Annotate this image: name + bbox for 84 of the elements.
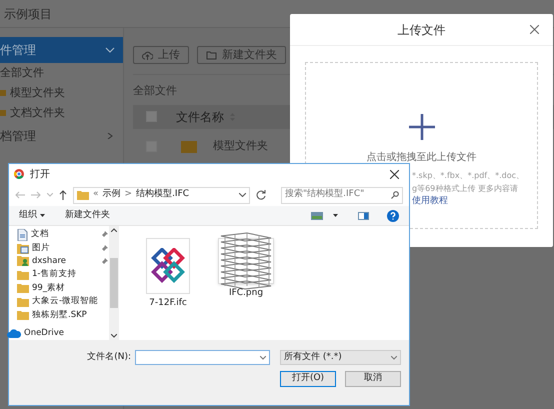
close-icon[interactable] [530, 25, 539, 34]
checkbox[interactable] [146, 111, 157, 122]
path-segment[interactable]: « [93, 188, 99, 202]
help-icon[interactable] [387, 210, 399, 222]
nav-item[interactable]: dxshare [13, 254, 108, 268]
plus-icon [408, 114, 434, 140]
file-name: 7-12F.ifc [149, 297, 187, 310]
nav-item[interactable]: 99_素材 [13, 282, 108, 295]
nav-label: 独栋别墅.SKP [32, 308, 87, 322]
nav-item[interactable]: 文档 [13, 228, 108, 242]
table-cell-text: 模型文件夹 [213, 138, 268, 154]
sidebar-label: 档管理 [0, 128, 36, 145]
folder-icon [181, 140, 197, 152]
search-icon [391, 191, 399, 199]
dialog-title: 打开 [30, 168, 50, 182]
chrome-icon [14, 169, 24, 179]
preview-pane-icon[interactable] [358, 212, 369, 220]
folder-icon [17, 270, 29, 280]
document-icon [17, 228, 28, 241]
filename-label: 文件名(N): [87, 350, 131, 364]
nav-label: dxshare [32, 255, 66, 268]
chevron-down-icon [391, 356, 397, 360]
search-field[interactable]: 搜索"结构模型.IFC" [281, 186, 403, 204]
dialog-button[interactable]: 打开(O) [280, 371, 336, 387]
nav-label: 文档 [31, 228, 49, 242]
folder-icon [0, 90, 6, 96]
breadcrumb: 全部文件 [133, 83, 178, 99]
format-hint: g等69种格式上传 更多内容请 [412, 183, 519, 195]
folder-icon [17, 310, 29, 320]
up-arrow-icon[interactable] [59, 190, 67, 200]
user-folder-icon [17, 255, 29, 268]
folder-add-icon [206, 50, 217, 60]
file-type-select[interactable]: 所有文件 (*.*) [280, 350, 401, 365]
project-title: 示例项目 [4, 6, 52, 22]
sidebar-label: 全部文件 [0, 64, 44, 81]
folder-icon [0, 110, 6, 116]
folder-icon [17, 296, 29, 307]
cloud-icon [7, 328, 21, 338]
upload-prompt: 点击或拖拽至此上传文件 [366, 150, 476, 165]
nav-label: OneDrive [24, 326, 64, 340]
command-button[interactable]: 新建文件夹 [65, 208, 110, 222]
folder-icon [17, 283, 29, 294]
close-icon[interactable] [390, 170, 399, 178]
nav-item[interactable]: 图片 [13, 241, 108, 255]
scrollbar[interactable] [109, 226, 119, 340]
format-hint: *.skp、*.fbx、*.pdf、*.doc、 [412, 170, 524, 182]
path-segment[interactable]: 示例 [102, 188, 121, 202]
chevron-down-icon [260, 356, 266, 360]
view-icon[interactable] [311, 212, 323, 220]
scrollbar-thumb[interactable] [110, 258, 118, 308]
scroll-up-icon[interactable] [111, 228, 117, 232]
nav-item[interactable]: 1-售前支持 [13, 268, 108, 282]
file-item[interactable]: IFC.png [217, 238, 275, 340]
sidebar-item[interactable]: 件管理 [0, 37, 123, 63]
building-model-drawing [219, 232, 273, 290]
cloud-upload-icon [142, 50, 153, 60]
nav-item[interactable]: 大象云-微瑕智能 [13, 294, 108, 308]
nav-label: 99_素材 [32, 282, 66, 295]
nav-item[interactable]: 独栋别墅.SKP [13, 308, 108, 322]
path-segment[interactable]: 结构模型.IFC [136, 188, 190, 202]
tutorial-link[interactable]: 使用教程 [412, 195, 524, 208]
sidebar-label: 文档文件夹 [10, 104, 65, 121]
nav-item[interactable]: OneDrive [7, 326, 108, 340]
nav-label: 大象云-微瑕智能 [32, 295, 98, 308]
caret-icon [40, 214, 45, 217]
scroll-down-icon[interactable] [111, 334, 117, 338]
filename-field[interactable] [135, 350, 270, 365]
picture-folder-icon [17, 242, 29, 254]
file-item[interactable]: 7-12F.ifc [139, 238, 197, 340]
file-name: IFC.png [228, 287, 264, 300]
refresh-icon[interactable] [256, 190, 266, 200]
address-bar[interactable]: « 示例 > 结构模型.IFC [73, 186, 250, 204]
nav-label: 图片 [32, 242, 50, 254]
command-button[interactable]: 组织 [19, 208, 45, 222]
caret-icon[interactable] [333, 214, 338, 217]
nav-label: 1-售前支持 [32, 268, 76, 282]
folder-icon [77, 190, 89, 200]
modal-title: 上传文件 [398, 22, 446, 38]
sidebar-label: 模型文件夹 [10, 84, 65, 101]
chevron-down-icon[interactable] [239, 193, 246, 197]
sidebar-label: 件管理 [0, 42, 36, 59]
ifc-logo-icon [150, 248, 186, 284]
path-segment[interactable]: > [124, 188, 132, 202]
dialog-button[interactable]: 取消 [345, 371, 401, 387]
